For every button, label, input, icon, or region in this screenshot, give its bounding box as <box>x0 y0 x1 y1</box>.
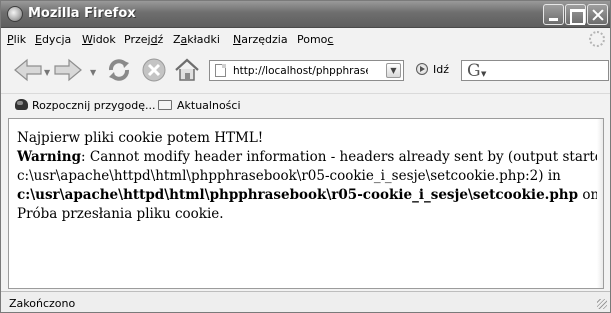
menu-widok[interactable]: Widok <box>82 33 116 46</box>
go-icon[interactable] <box>416 63 428 75</box>
status-text: Zakończono <box>9 297 76 310</box>
firefox-app-icon <box>7 6 23 22</box>
menu-zakladki[interactable]: Zakładki <box>173 33 220 46</box>
firefox-icon <box>15 99 28 110</box>
url-bar[interactable]: http://localhost/phpphrasebook/r05 ▼ <box>209 60 404 81</box>
menu-plik[interactable]: Plik <box>7 33 26 46</box>
home-icon[interactable] <box>173 56 201 84</box>
page-content: Najpierw pliki cookie potem HTML! Warnin… <box>8 118 604 289</box>
status-bar: Zakończono <box>1 291 610 312</box>
go-button-label[interactable]: Idź <box>433 63 449 76</box>
title-bar: Mozilla Firefox <box>1 1 610 28</box>
file-path-line: c:\usr\apache\httpd\html\phpphrasebook\r… <box>17 186 603 205</box>
bookmarks-toolbar: Rozpocznij przygodę... Aktualności <box>1 93 610 115</box>
bookmark-rozpocznij[interactable]: Rozpocznij przygodę... <box>32 99 156 112</box>
menu-narzedzia[interactable]: Narzędzia <box>233 33 288 46</box>
browser-window: Mozilla Firefox Plik Edycja Widok Przejd… <box>0 0 611 313</box>
warning-line: Warning: Cannot modify header informatio… <box>17 148 603 167</box>
content-line-5: Próba przesłania pliku cookie. <box>17 206 224 222</box>
forward-history-dropdown[interactable]: ▼ <box>90 69 98 77</box>
back-arrow-icon[interactable] <box>13 58 43 82</box>
menu-edycja[interactable]: Edycja <box>35 33 71 46</box>
minimize-button[interactable] <box>543 4 564 25</box>
search-box[interactable]: G ▼ <box>461 60 609 81</box>
back-history-dropdown[interactable]: ▼ <box>44 69 52 77</box>
resize-grip[interactable] <box>597 299 607 309</box>
scroll-edge <box>597 119 603 288</box>
stop-icon[interactable] <box>140 56 168 84</box>
throbber-icon <box>589 31 605 47</box>
warning-text: : Cannot modify header information - hea… <box>81 149 604 165</box>
content-line-3: c:\usr\apache\httpd\html\phpphrasebook\r… <box>17 168 561 184</box>
forward-arrow-icon[interactable] <box>53 58 83 82</box>
rss-folder-icon <box>158 100 172 110</box>
page-icon <box>215 64 226 77</box>
search-engine-dropdown[interactable]: ▼ <box>481 70 486 78</box>
maximize-button[interactable] <box>565 4 586 25</box>
navigation-toolbar: ▼ ▼ http://localhost/phpphrasebook/r05 ▼… <box>1 49 610 91</box>
window-title: Mozilla Firefox <box>28 6 136 21</box>
menu-pomoc[interactable]: Pomoc <box>297 33 333 46</box>
google-search-icon[interactable]: G <box>467 61 481 81</box>
url-input[interactable]: http://localhost/phpphrasebook/r05 <box>233 65 368 77</box>
file-path: c:\usr\apache\httpd\html\phpphrasebook\r… <box>17 187 579 203</box>
url-history-dropdown[interactable]: ▼ <box>386 63 401 78</box>
menu-bar: Plik Edycja Widok Przejdź Zakładki Narzę… <box>1 29 610 49</box>
close-button[interactable] <box>587 4 608 25</box>
menu-przejdz[interactable]: Przejdź <box>124 33 163 46</box>
bookmark-aktualnosci[interactable]: Aktualności <box>177 99 241 112</box>
reload-icon[interactable] <box>105 56 133 84</box>
warning-label: Warning <box>17 149 82 165</box>
content-line-1: Najpierw pliki cookie potem HTML! <box>17 130 264 146</box>
